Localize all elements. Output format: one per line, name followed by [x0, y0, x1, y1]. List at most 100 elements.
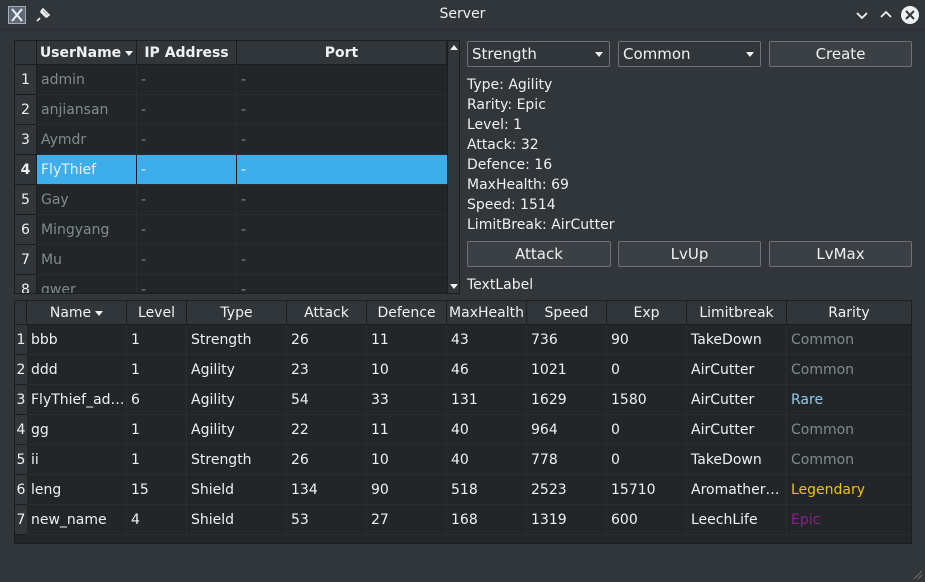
header-maxhealth[interactable]: MaxHealth	[447, 301, 527, 325]
scroll-up-icon[interactable]	[450, 45, 458, 50]
defence-cell: 11	[367, 415, 447, 445]
row-header[interactable]: 7	[15, 245, 37, 275]
header-defence[interactable]: Defence	[367, 301, 447, 325]
username-cell: admin	[37, 65, 137, 95]
users-table-header: UserName IP Address Port	[15, 41, 447, 65]
sort-arrow-icon	[125, 50, 134, 56]
corner-cell[interactable]	[15, 301, 27, 325]
rarity-combo[interactable]: Common	[618, 41, 761, 67]
header-rarity[interactable]: Rarity	[787, 301, 911, 325]
type-combo-value: Strength	[472, 45, 537, 63]
attack-button[interactable]: Attack	[467, 241, 611, 267]
resize-grip-icon[interactable]	[911, 568, 923, 580]
level-cell: 15	[127, 475, 187, 505]
create-button[interactable]: Create	[769, 41, 912, 67]
username-cell: Gay	[37, 185, 137, 215]
maxhealth-cell: 518	[447, 475, 527, 505]
row-header[interactable]: 2	[15, 355, 27, 385]
port-cell: -	[241, 192, 247, 208]
speed-cell: 736	[527, 325, 607, 355]
header-limitbreak[interactable]: Limitbreak	[687, 301, 787, 325]
card-row[interactable]: ddd 1 Agility 23 10 46 1021 0 AirCutter Common	[27, 355, 911, 385]
attack-cell: 26	[287, 325, 367, 355]
type-cell: Agility	[187, 385, 287, 415]
card-row[interactable]: FlyThief_ad… 6 Agility 54 33 131 1629 1580 AirCu…	[27, 385, 911, 415]
limitbreak-cell: TakeDown	[687, 445, 787, 475]
chevron-down-icon	[595, 52, 603, 57]
attack-cell: 54	[287, 385, 367, 415]
row-header[interactable]: 3	[15, 385, 27, 415]
detail-maxhealth: MaxHealth: 69	[467, 177, 569, 193]
row-header[interactable]: 7	[15, 505, 27, 535]
row-header[interactable]: 1	[15, 325, 27, 355]
scroll-down-icon[interactable]	[450, 284, 458, 289]
corner-cell[interactable]	[15, 41, 37, 65]
ip-cell: -	[137, 215, 237, 245]
user-row[interactable]: Mingyang - -	[37, 215, 447, 245]
user-row[interactable]: qwer - -	[37, 275, 447, 294]
port-cell: -	[241, 282, 247, 294]
header-exp[interactable]: Exp	[607, 301, 687, 325]
row-header[interactable]: 6	[15, 475, 27, 505]
attack-cell: 22	[287, 415, 367, 445]
user-row[interactable]: Mu - -	[37, 245, 447, 275]
header-level[interactable]: Level	[127, 301, 187, 325]
row-header[interactable]: 5	[15, 185, 37, 215]
row-header[interactable]: 4	[15, 155, 37, 185]
ip-cell: -	[137, 185, 237, 215]
header-port[interactable]: Port	[237, 41, 447, 65]
close-button[interactable]	[900, 5, 920, 25]
level-cell: 4	[127, 505, 187, 535]
defence-cell: 33	[367, 385, 447, 415]
detail-speed: Speed: 1514	[467, 197, 556, 213]
users-table[interactable]: UserName IP Address Port 1 admin - - 2 a…	[14, 40, 460, 294]
card-row[interactable]: ii 1 Strength 26 10 40 778 0 TakeDown Common	[27, 445, 911, 475]
user-row[interactable]: Gay - -	[37, 185, 447, 215]
user-row-selected[interactable]: FlyThief - -	[37, 155, 447, 185]
header-type[interactable]: Type	[187, 301, 287, 325]
lvup-button[interactable]: LvUp	[618, 241, 761, 267]
card-row[interactable]: gg 1 Agility 22 11 40 964 0 AirCutter Common	[27, 415, 911, 445]
header-username[interactable]: UserName	[37, 41, 137, 65]
user-row[interactable]: anjiansan - -	[37, 95, 447, 125]
maxhealth-cell: 43	[447, 325, 527, 355]
type-combo[interactable]: Strength	[467, 41, 610, 67]
type-cell: Shield	[187, 475, 287, 505]
row-header[interactable]: 8	[15, 275, 37, 293]
limitbreak-cell: AirCutter	[687, 355, 787, 385]
row-header[interactable]: 5	[15, 445, 27, 475]
port-cell: -	[241, 222, 247, 238]
header-ip-address[interactable]: IP Address	[137, 41, 237, 65]
ip-cell: -	[137, 65, 237, 95]
name-cell: leng	[27, 475, 127, 505]
row-header[interactable]: 6	[15, 215, 37, 245]
card-row[interactable]: bbb 1 Strength 26 11 43 736 90 TakeDown Common	[27, 325, 911, 355]
row-header[interactable]: 4	[15, 415, 27, 445]
minimize-button[interactable]	[852, 5, 872, 25]
ip-cell: -	[137, 125, 237, 155]
detail-defence: Defence: 16	[467, 157, 553, 173]
lvmax-button[interactable]: LvMax	[769, 241, 912, 267]
header-attack[interactable]: Attack	[287, 301, 367, 325]
users-vertical-scrollbar[interactable]	[447, 41, 459, 293]
header-name[interactable]: Name	[27, 301, 127, 325]
level-cell: 6	[127, 385, 187, 415]
maxhealth-cell: 46	[447, 355, 527, 385]
ip-cell: -	[137, 275, 237, 293]
maximize-button[interactable]	[876, 5, 896, 25]
window-title: Server	[439, 6, 486, 22]
attack-cell: 134	[287, 475, 367, 505]
header-speed[interactable]: Speed	[527, 301, 607, 325]
card-row[interactable]: new_name 4 Shield 53 27 168 1319 600 LeechLife Ep…	[27, 505, 911, 535]
speed-cell: 1319	[527, 505, 607, 535]
row-header[interactable]: 3	[15, 125, 37, 155]
card-row[interactable]: leng 15 Shield 134 90 518 2523 15710 Aromather… L…	[27, 475, 911, 505]
defence-cell: 11	[367, 325, 447, 355]
row-header[interactable]: 2	[15, 95, 37, 125]
row-header[interactable]: 1	[15, 65, 37, 95]
user-row[interactable]: Aymdr - -	[37, 125, 447, 155]
cards-table[interactable]: Name Level Type Attack Defence MaxHealth…	[14, 300, 912, 544]
user-row[interactable]: admin - -	[37, 65, 447, 95]
username-cell: FlyThief	[37, 155, 137, 185]
name-cell: ii	[27, 445, 127, 475]
